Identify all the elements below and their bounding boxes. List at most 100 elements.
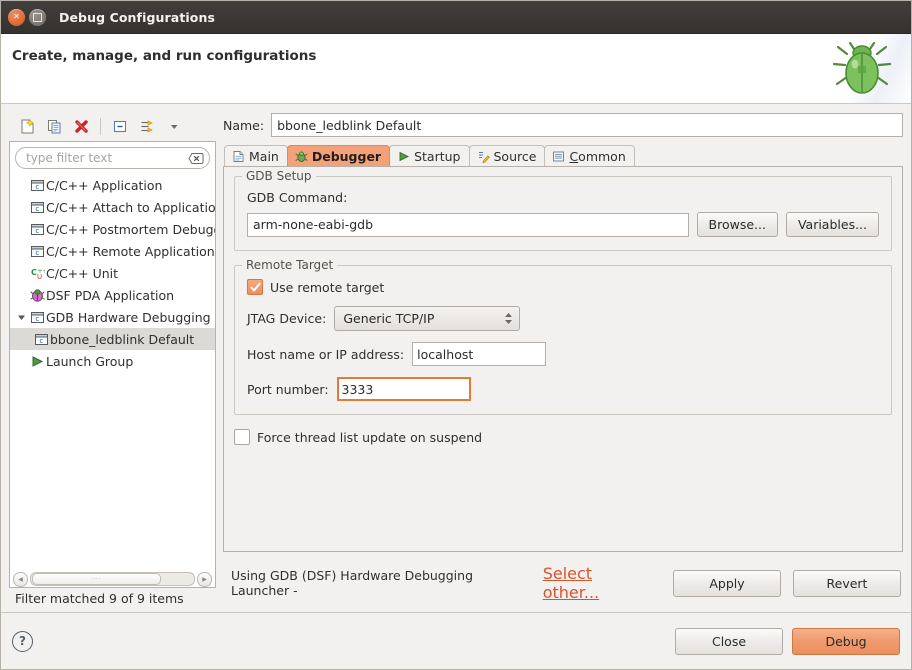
force-thread-list-update-checkbox[interactable] [234, 429, 250, 445]
launcher-row: Using GDB (DSF) Hardware Debugging Launc… [223, 552, 903, 612]
variables-button[interactable]: Variables... [785, 212, 879, 237]
filter-launch-configurations-button[interactable] [135, 116, 159, 138]
tab-label: Common [569, 148, 626, 164]
debug-configurations-dialog: ✕ Debug Configurations Create, manage, a… [0, 0, 912, 670]
c-launch-icon: c [28, 310, 46, 325]
c-launch-icon: c [28, 178, 46, 193]
new-launch-configuration-button[interactable] [15, 116, 39, 138]
tree-hscrollbar-wrapper: ◀ ··· ▶ [10, 570, 215, 587]
tab-label: Debugger [311, 148, 382, 164]
filter-icon [141, 120, 153, 133]
launch-configurations-tree[interactable]: c C/C++ Application c C/C++ Attach to Ap… [10, 172, 215, 570]
svg-text:c: c [35, 227, 39, 235]
use-remote-target-label: Use remote target [270, 279, 385, 295]
c-launch-icon: c [28, 200, 46, 215]
select-other-launcher-link[interactable]: Select other... [543, 564, 649, 602]
c-launch-icon: c [28, 222, 46, 237]
green-play-icon [28, 354, 46, 369]
tree-item-launch-group[interactable]: Launch Group [10, 350, 215, 372]
tab-source[interactable]: Source [468, 145, 546, 166]
dialog-header: Create, manage, and run configurations [1, 34, 911, 104]
close-button[interactable]: Close [675, 627, 783, 655]
scroll-left-icon[interactable]: ◀ [13, 571, 28, 587]
green-bug-icon [832, 41, 892, 94]
search-input[interactable] [26, 151, 188, 165]
configurations-panel: c C/C++ Application c [9, 112, 216, 612]
chevron-down-icon [170, 125, 177, 129]
tab-main[interactable]: Main [224, 145, 288, 166]
port-number-input[interactable] [336, 377, 471, 401]
svg-text:c: c [35, 205, 39, 213]
view-menu-button[interactable] [162, 116, 186, 138]
tree-horizontal-scrollbar[interactable]: ◀ ··· ▶ [13, 571, 212, 587]
maximize-icon [33, 12, 42, 22]
host-name-label: Host name or IP address: [247, 346, 405, 362]
force-thread-list-update-label: Force thread list update on suspend [257, 429, 483, 445]
tree-item-c-cpp-attach[interactable]: c C/C++ Attach to Application [10, 196, 215, 218]
source-lookup-icon [478, 151, 490, 163]
scrollbar-thumb[interactable]: ··· [32, 573, 162, 585]
green-play-icon [399, 151, 410, 161]
dialog-body: c C/C++ Application c [1, 104, 911, 612]
cunit-icon: C ++ U [28, 266, 46, 281]
clear-field-icon[interactable] [188, 152, 204, 165]
close-window-button[interactable]: ✕ [8, 8, 25, 26]
tree-item-c-cpp-remote[interactable]: c C/C++ Remote Application [10, 240, 215, 262]
gdb-setup-legend: GDB Setup [242, 169, 316, 183]
tree-item-label: C/C++ Application [46, 177, 163, 193]
help-icon[interactable]: ? [12, 630, 33, 652]
configuration-name-input[interactable] [271, 113, 903, 137]
window-title: Debug Configurations [59, 9, 216, 25]
jtag-device-label: JTAG Device: [247, 311, 327, 326]
scrollbar-track[interactable]: ··· [30, 572, 195, 586]
configuration-name-row: Name: [223, 112, 903, 138]
tab-debugger[interactable]: Debugger [286, 145, 391, 166]
delete-launch-configuration-button[interactable] [69, 116, 93, 138]
tree-item-label: C/C++ Remote Application [46, 243, 215, 259]
spinner-arrows-icon [504, 312, 513, 325]
tree-item-bbone-ledblink-default[interactable]: c bbone_ledblink Default [10, 328, 215, 350]
tree-item-dsf-pda-application[interactable]: DSF PDA Application [10, 284, 215, 306]
common-icon [553, 151, 565, 161]
close-icon: ✕ [13, 12, 20, 21]
tree-item-c-cpp-postmortem[interactable]: c C/C++ Postmortem Debugger [10, 218, 215, 240]
collapse-all-icon [113, 120, 126, 133]
collapse-all-button[interactable] [108, 116, 132, 138]
tree-expander-expanded-icon[interactable] [14, 313, 28, 322]
tab-common[interactable]: Common [544, 145, 635, 166]
tree-item-c-cpp-application[interactable]: c C/C++ Application [10, 174, 215, 196]
maximize-window-button[interactable] [29, 8, 46, 26]
force-thread-list-update-row[interactable]: Force thread list update on suspend [234, 429, 892, 445]
tree-item-gdb-hardware-debugging[interactable]: c GDB Hardware Debugging [10, 306, 215, 328]
scroll-right-icon[interactable]: ▶ [197, 571, 212, 587]
dialog-footer: ? Close Debug [1, 612, 911, 669]
name-label: Name: [223, 117, 265, 133]
gdb-command-input[interactable] [247, 212, 689, 237]
use-remote-target-row[interactable]: Use remote target [247, 279, 879, 295]
tab-startup[interactable]: Startup [389, 145, 470, 166]
duplicate-icon [47, 120, 60, 134]
tree-item-label: DSF PDA Application [46, 287, 175, 303]
host-name-input[interactable] [412, 342, 547, 366]
gdb-setup-group: GDB Setup GDB Command: Browse... Variabl… [234, 169, 892, 251]
filter-field[interactable] [15, 147, 210, 169]
pda-bug-icon [28, 288, 46, 303]
tree-item-label: C/C++ Attach to Application [46, 199, 215, 215]
configuration-tabs: Main Debugger Startup Source Common [223, 145, 903, 166]
revert-button[interactable]: Revert [793, 569, 901, 597]
apply-button[interactable]: Apply [673, 569, 781, 597]
tree-item-c-cpp-unit[interactable]: C ++ U C/C++ Unit [10, 262, 215, 284]
duplicate-launch-configuration-button[interactable] [42, 116, 66, 138]
debug-button[interactable]: Debug [792, 627, 900, 655]
page-title: Create, manage, and run configurations [12, 48, 317, 64]
filter-wrapper [10, 142, 215, 172]
c-launch-icon: c [32, 332, 50, 347]
port-number-label: Port number: [247, 381, 329, 397]
use-remote-target-checkbox[interactable] [247, 279, 263, 295]
tab-label: Startup [414, 148, 461, 164]
toolbar-separator [100, 118, 101, 135]
jtag-device-select[interactable]: Generic TCP/IP [334, 306, 521, 331]
configuration-editor-panel: Name: Main [223, 112, 903, 612]
browse-button[interactable]: Browse... [696, 212, 778, 237]
svg-text:c: c [35, 249, 39, 257]
